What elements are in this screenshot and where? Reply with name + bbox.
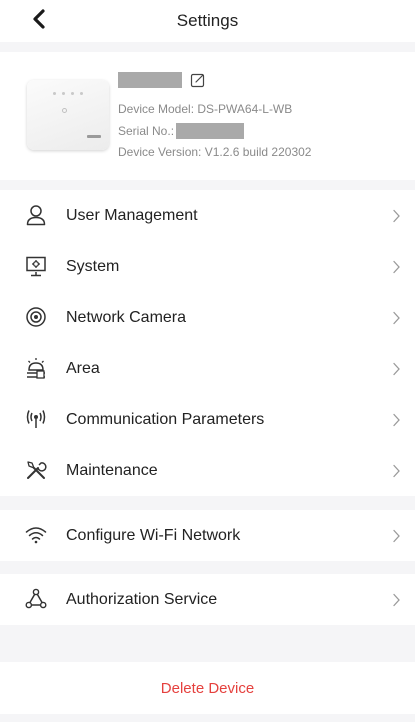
chevron-right-icon: [393, 260, 400, 274]
wifi-icon: [25, 524, 47, 546]
back-button[interactable]: [26, 6, 52, 32]
device-version: Device Version: V1.2.6 build 220302: [118, 145, 312, 159]
settings-menu-auth: Authorization Service: [0, 574, 415, 625]
menu-label: Network Camera: [66, 308, 187, 326]
menu-item-system[interactable]: System: [0, 241, 415, 292]
chevron-right-icon: [393, 362, 400, 376]
area-icon: [25, 357, 47, 379]
user-icon: [25, 204, 47, 226]
delete-device-button[interactable]: Delete Device: [161, 680, 254, 697]
menu-item-network-camera[interactable]: Network Camera: [0, 292, 415, 343]
chevron-right-icon: [393, 593, 400, 607]
serial-label: Serial No.:: [118, 124, 175, 138]
menu-label: Configure Wi-Fi Network: [66, 526, 241, 544]
device-model: Device Model: DS-PWA64-L-WB: [118, 102, 293, 116]
menu-label: Authorization Service: [66, 590, 218, 608]
chevron-right-icon: [393, 209, 400, 223]
menu-item-maintenance[interactable]: Maintenance: [0, 445, 415, 496]
camera-icon: [25, 306, 47, 328]
menu-item-authorization-service[interactable]: Authorization Service: [0, 574, 415, 625]
menu-item-user-management[interactable]: User Management: [0, 190, 415, 241]
chevron-right-icon: [393, 529, 400, 543]
edit-icon[interactable]: [190, 72, 206, 88]
menu-label: User Management: [66, 206, 198, 224]
signal-icon: [25, 408, 47, 430]
chevron-left-icon: [33, 9, 45, 29]
chevron-right-icon: [393, 464, 400, 478]
device-serial: Serial No.:: [118, 123, 245, 139]
device-card: Device Model: DS-PWA64-L-WB Serial No.: …: [0, 52, 415, 180]
page-title: Settings: [176, 11, 239, 30]
menu-label: System: [66, 257, 120, 275]
chevron-right-icon: [393, 311, 400, 325]
nav-bar: Settings: [0, 0, 415, 42]
delete-area: Delete Device: [0, 662, 415, 714]
system-icon: [25, 255, 47, 277]
settings-menu-wifi: Configure Wi-Fi Network: [0, 510, 415, 561]
menu-item-communication-parameters[interactable]: Communication Parameters: [0, 394, 415, 445]
chevron-right-icon: [393, 413, 400, 427]
serial-redacted: [176, 123, 245, 139]
device-name-redacted: [118, 72, 182, 88]
menu-label: Area: [66, 359, 100, 377]
authorization-icon: [25, 588, 47, 610]
device-image: [27, 80, 109, 150]
menu-label: Communication Parameters: [66, 410, 265, 428]
settings-menu-main: User Management System Network Camera Ar…: [0, 190, 415, 496]
device-name-row: [118, 72, 206, 88]
menu-item-area[interactable]: Area: [0, 343, 415, 394]
menu-item-configure-wifi[interactable]: Configure Wi-Fi Network: [0, 510, 415, 561]
menu-label: Maintenance: [66, 461, 158, 479]
tools-icon: [25, 459, 47, 481]
